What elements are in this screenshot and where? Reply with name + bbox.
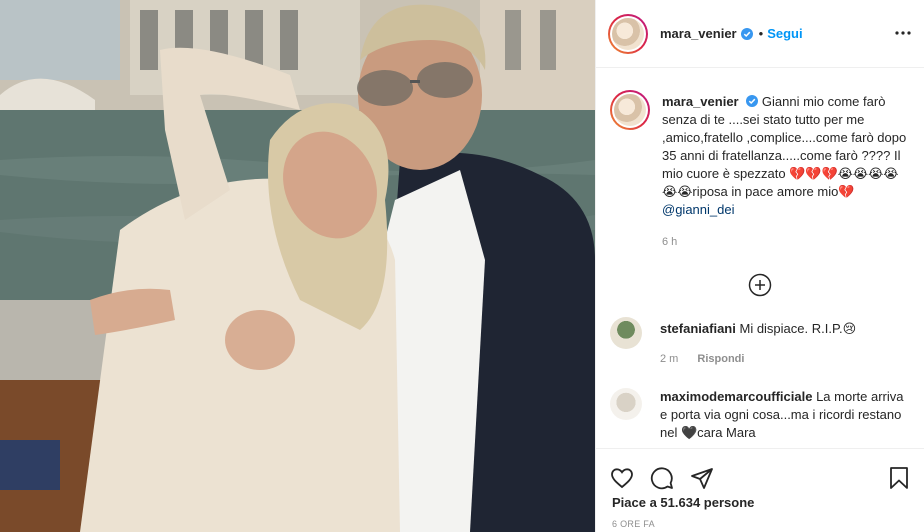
author-avatar[interactable] xyxy=(608,13,648,54)
plus-circle-icon[interactable] xyxy=(748,273,772,297)
caption-author-avatar[interactable] xyxy=(610,90,650,130)
commenter-avatar[interactable] xyxy=(610,388,642,420)
post-photo[interactable] xyxy=(0,0,595,532)
heart-icon[interactable] xyxy=(610,466,634,490)
comment-item: maximodemarcoufficiale La morte arriva e… xyxy=(596,368,924,442)
instagram-post: mara_venier • Segui mara_venier Gianni m… xyxy=(0,0,924,532)
caption-time[interactable]: 6 h xyxy=(662,233,910,251)
comment-icon[interactable] xyxy=(650,466,674,490)
header-separator: • xyxy=(758,26,764,41)
caption-avatar-frame xyxy=(612,92,648,128)
bookmark-icon[interactable] xyxy=(888,466,910,490)
comment-meta: 2 m Rispondi xyxy=(660,350,856,368)
comment-username[interactable]: stefaniafiani xyxy=(660,321,736,336)
likes-text: Piace a 51.634 persone xyxy=(612,495,755,510)
more-options-icon[interactable] xyxy=(894,26,912,40)
commenter-avatar[interactable] xyxy=(610,317,642,349)
caption: mara_venier Gianni mio come farò senza d… xyxy=(596,68,924,251)
comment-username[interactable]: maximodemarcoufficiale xyxy=(660,389,812,404)
author-username[interactable]: mara_venier xyxy=(660,26,737,41)
comment-body: stefaniafiani Mi dispiace. R.I.P.😢 2 m R… xyxy=(660,320,856,368)
caption-username[interactable]: mara_venier xyxy=(662,94,739,109)
comments-list[interactable]: mara_venier Gianni mio come farò senza d… xyxy=(596,68,924,448)
post-photo-scene xyxy=(0,0,595,532)
comment-item: stefaniafiani Mi dispiace. R.I.P.😢 2 m R… xyxy=(596,297,924,368)
likes-count[interactable]: Piace a 51.634 persone xyxy=(596,495,924,510)
post-header: mara_venier • Segui xyxy=(596,0,924,68)
share-icon[interactable] xyxy=(690,466,714,490)
author-avatar-frame xyxy=(610,15,646,52)
verified-badge-icon xyxy=(740,27,753,40)
load-more-comments[interactable] xyxy=(596,273,924,297)
comment-time[interactable]: 2 m xyxy=(660,353,678,365)
caption-avatar-image xyxy=(614,94,646,126)
follow-button[interactable]: Segui xyxy=(767,26,802,41)
verified-badge-icon xyxy=(746,95,759,107)
caption-body: mara_venier Gianni mio come farò senza d… xyxy=(662,93,910,251)
action-icons xyxy=(596,449,924,495)
caption-text: Gianni mio come farò senza di te ....sei… xyxy=(662,94,907,199)
comment-body: maximodemarcoufficiale La morte arriva e… xyxy=(660,388,910,442)
reply-button[interactable]: Rispondi xyxy=(697,353,744,365)
post-actions: Piace a 51.634 persone 6 ORE FA xyxy=(596,448,924,532)
post-timestamp[interactable]: 6 ORE FA xyxy=(596,519,924,529)
comment-text: Mi dispiace. R.I.P.😢 xyxy=(739,321,857,336)
caption-mention-link[interactable]: @gianni_dei xyxy=(662,202,734,217)
author-avatar-image xyxy=(612,17,644,50)
post-side-panel: mara_venier • Segui mara_venier Gianni m… xyxy=(595,0,924,532)
